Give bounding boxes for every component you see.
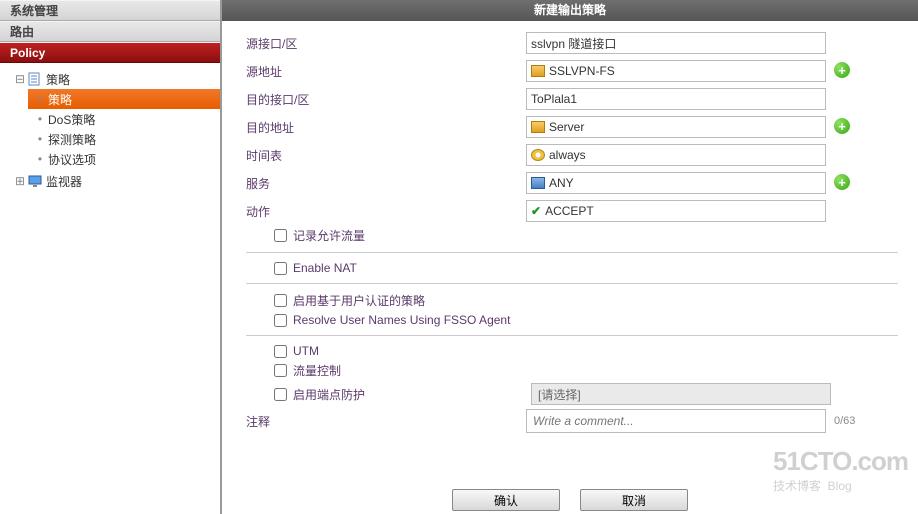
checkbox-identity[interactable] xyxy=(274,294,287,307)
input-service[interactable]: ANY xyxy=(526,172,826,194)
input-src-interface[interactable]: sslvpn 隧道接口 xyxy=(526,32,826,54)
tree-node-protocol[interactable]: • 协议选项 xyxy=(28,149,220,169)
checkbox-endpoint[interactable] xyxy=(274,388,287,401)
document-icon xyxy=(28,72,42,86)
collapse-icon[interactable]: ⊟ xyxy=(12,72,28,86)
endpoint-profile-select[interactable]: [请选择] xyxy=(531,383,831,405)
label-service: 服务 xyxy=(246,175,526,192)
divider xyxy=(246,252,898,253)
tree-label: DoS策略 xyxy=(48,111,95,128)
label-schedule: 时间表 xyxy=(246,147,526,164)
accept-icon: ✔ xyxy=(531,204,541,218)
button-bar: 确认 取消 xyxy=(222,486,918,514)
tree-node-policy[interactable]: • 策略 xyxy=(28,89,220,109)
tree-node-monitor-root[interactable]: ⊞ 监视器 xyxy=(8,171,220,191)
page-title: 新建输出策略 xyxy=(222,0,918,21)
checkbox-log-traffic[interactable] xyxy=(274,229,287,242)
tree-branch-icon: • xyxy=(32,112,48,126)
input-dst-address[interactable]: Server xyxy=(526,116,826,138)
label-action: 动作 xyxy=(246,203,526,220)
add-dst-address-button[interactable]: + xyxy=(834,118,850,134)
nav-group-system[interactable]: 系统管理 xyxy=(0,0,220,21)
label-fsso: Resolve User Names Using FSSO Agent xyxy=(293,313,510,327)
tree-label: 策略 xyxy=(46,71,70,88)
sidebar: 系统管理 路由 Policy ⊟ 策略 • 策略 • DoS策略 xyxy=(0,0,222,514)
input-action[interactable]: ✔ ACCEPT xyxy=(526,200,826,222)
label-dst-interface: 目的接口/区 xyxy=(246,91,526,108)
cancel-button[interactable]: 取消 xyxy=(580,489,688,511)
label-endpoint: 启用端点防护 xyxy=(293,386,531,403)
input-src-address[interactable]: SSLVPN-FS xyxy=(526,60,826,82)
checkbox-utm[interactable] xyxy=(274,345,287,358)
schedule-icon xyxy=(531,149,545,161)
tree-label: 监视器 xyxy=(46,173,82,190)
tree-branch-icon: • xyxy=(32,132,48,146)
checkbox-nat[interactable] xyxy=(274,262,287,275)
add-service-button[interactable]: + xyxy=(834,174,850,190)
label-nat: Enable NAT xyxy=(293,261,357,275)
label-comment: 注释 xyxy=(246,413,526,430)
input-dst-interface[interactable]: ToPlala1 xyxy=(526,88,826,110)
label-identity: 启用基于用户认证的策略 xyxy=(293,292,425,309)
tree-label: 策略 xyxy=(48,91,72,108)
checkbox-traffic-shaping[interactable] xyxy=(274,364,287,377)
input-schedule[interactable]: always xyxy=(526,144,826,166)
label-src-address: 源地址 xyxy=(246,63,526,80)
divider xyxy=(246,283,898,284)
tree-branch-icon: • xyxy=(32,152,48,166)
divider xyxy=(246,335,898,336)
service-icon xyxy=(531,177,545,189)
ok-button[interactable]: 确认 xyxy=(452,489,560,511)
comment-counter: 0/63 xyxy=(834,415,855,427)
label-utm: UTM xyxy=(293,344,319,358)
label-dst-address: 目的地址 xyxy=(246,119,526,136)
tree-label: 协议选项 xyxy=(48,151,96,168)
tree-node-policy-root[interactable]: ⊟ 策略 xyxy=(8,69,220,89)
label-traffic-shaping: 流量控制 xyxy=(293,362,341,379)
expand-icon[interactable]: ⊞ xyxy=(12,174,28,188)
add-src-address-button[interactable]: + xyxy=(834,62,850,78)
nav-group-policy[interactable]: Policy xyxy=(0,42,220,63)
address-icon xyxy=(531,121,545,133)
tree-branch-icon: • xyxy=(32,92,48,106)
label-src-interface: 源接口/区 xyxy=(246,35,526,52)
nav-group-router[interactable]: 路由 xyxy=(0,21,220,42)
policy-form: 源接口/区 sslvpn 隧道接口 源地址 SSLVPN-FS + xyxy=(222,21,918,486)
policy-tree: ⊟ 策略 • 策略 • DoS策略 • 探测策略 xyxy=(0,63,220,197)
address-icon xyxy=(531,65,545,77)
comment-input[interactable] xyxy=(526,409,826,433)
tree-label: 探测策略 xyxy=(48,131,96,148)
monitor-icon xyxy=(28,174,42,188)
tree-node-sniffer[interactable]: • 探测策略 xyxy=(28,129,220,149)
tree-node-dos[interactable]: • DoS策略 xyxy=(28,109,220,129)
label-log-traffic: 记录允许流量 xyxy=(293,227,365,244)
main-panel: 新建输出策略 源接口/区 sslvpn 隧道接口 源地址 SSLVPN-FS xyxy=(222,0,918,514)
checkbox-fsso[interactable] xyxy=(274,314,287,327)
